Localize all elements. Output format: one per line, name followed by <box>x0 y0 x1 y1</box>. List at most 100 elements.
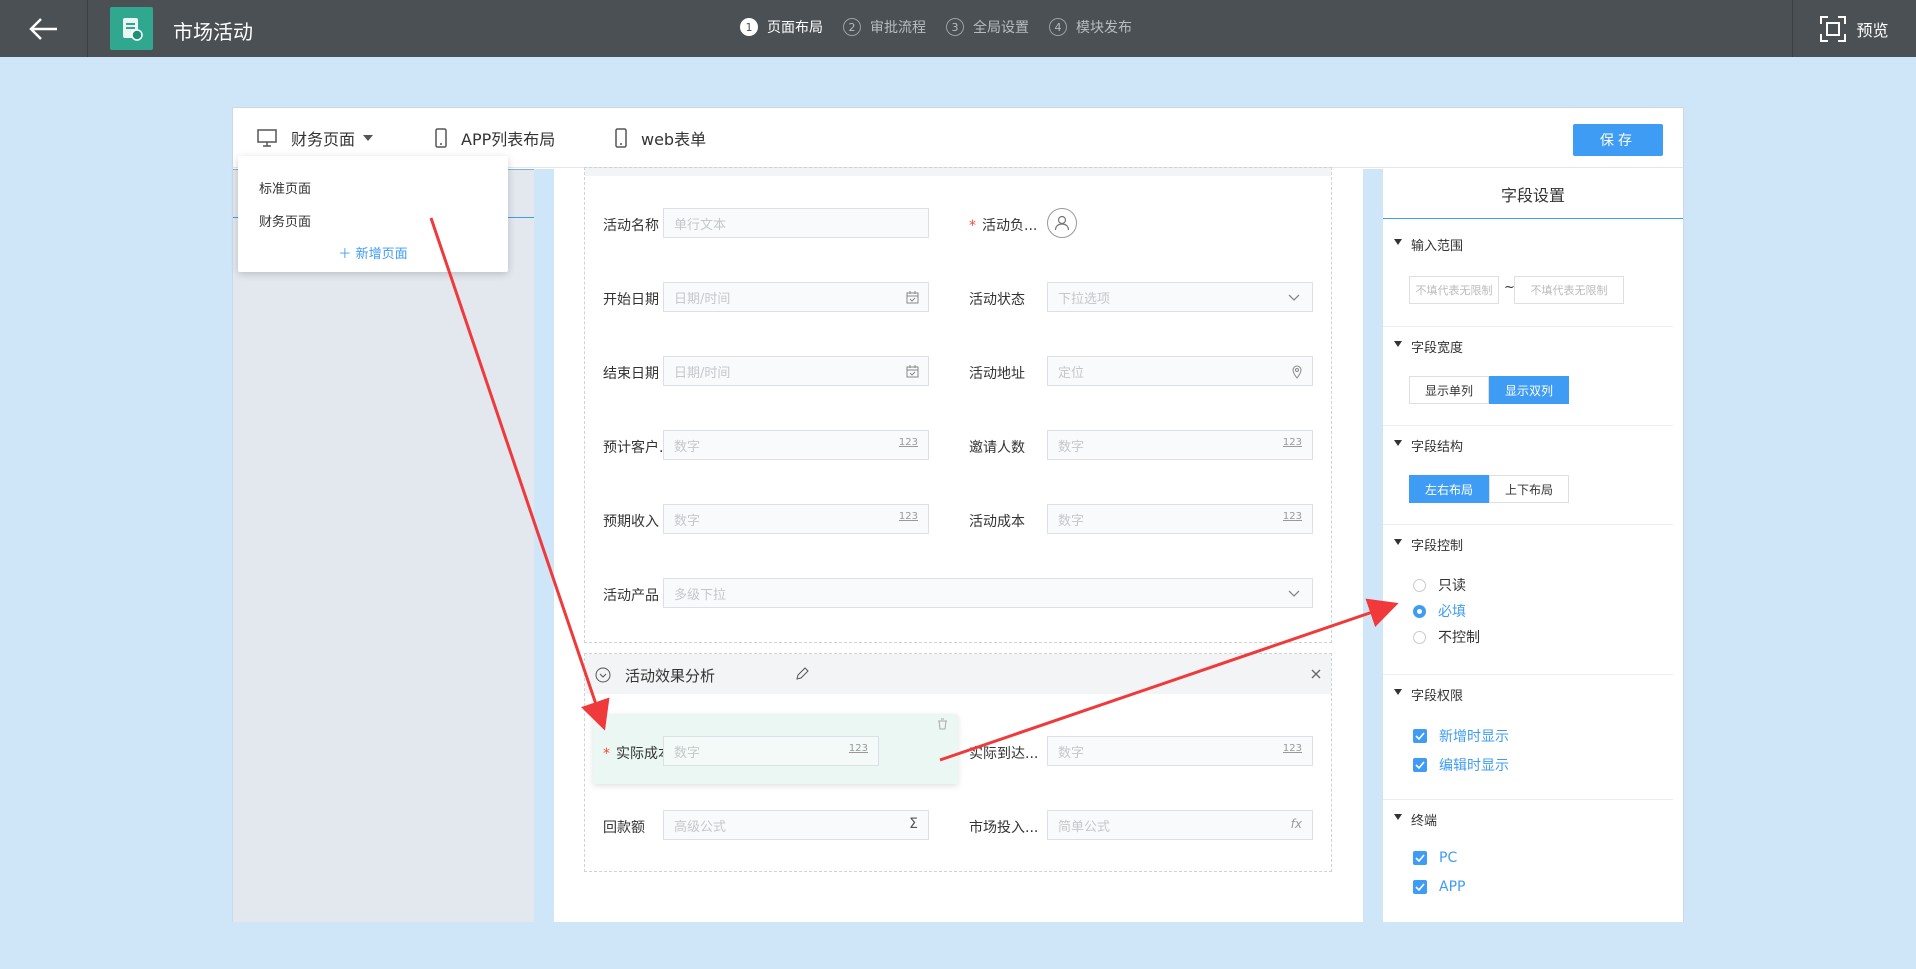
step-number: 4 <box>1049 18 1067 36</box>
tab-label: 财务页面 <box>291 130 356 149</box>
checkbox-pc[interactable]: PC <box>1413 850 1457 866</box>
option-top-bottom-layout[interactable]: 上下布局 <box>1489 475 1569 503</box>
checkbox-show-on-edit[interactable]: 编辑时显示 <box>1413 755 1509 775</box>
field-label: 回款额 <box>603 820 645 836</box>
field-activity-product[interactable]: 多级下拉 <box>663 578 1313 608</box>
user-icon <box>1054 215 1070 231</box>
sigma-icon: Σ <box>909 816 918 832</box>
back-button[interactable] <box>0 0 88 57</box>
calendar-icon <box>906 291 919 304</box>
step-number: 2 <box>843 18 861 36</box>
divider <box>1383 799 1673 800</box>
field-invite-count[interactable]: 数字 123 <box>1047 430 1313 460</box>
range-min-input[interactable]: 不填代表无限制 <box>1409 276 1499 304</box>
radio-required[interactable]: 必填 <box>1413 601 1466 621</box>
trash-icon[interactable] <box>937 718 948 730</box>
step-label: 审批流程 <box>870 20 926 36</box>
form-canvas: 活动名称 单行文本 * 活动负... 开始日期 日期/时间 活动状态 下拉选项 结… <box>554 167 1363 922</box>
field-placeholder: 下拉选项 <box>1058 291 1111 307</box>
checkbox-app[interactable]: APP <box>1413 879 1465 895</box>
tab-label: APP列表布局 <box>461 130 556 149</box>
settings-title: 字段设置 <box>1383 169 1683 219</box>
field-placeholder: 定位 <box>1058 365 1085 381</box>
terminal-title: 终端 <box>1393 810 1437 829</box>
chevron-down-icon <box>1288 294 1300 301</box>
field-activity-name[interactable]: 单行文本 <box>663 208 929 238</box>
left-panel <box>233 169 534 922</box>
radio-label: 只读 <box>1438 578 1466 594</box>
phone-icon <box>435 128 447 148</box>
field-label: * 活动负... <box>969 218 1038 234</box>
field-placeholder: 日期/时间 <box>674 291 731 307</box>
user-picker[interactable] <box>1047 208 1077 238</box>
field-placeholder: 数字 <box>1058 513 1085 529</box>
calendar-icon <box>906 365 919 378</box>
checkbox-show-on-create[interactable]: 新增时显示 <box>1413 726 1509 746</box>
preview-label: 预览 <box>1856 20 1889 40</box>
close-icon[interactable] <box>1311 669 1321 679</box>
monitor-icon <box>257 129 277 147</box>
step-number: 3 <box>946 18 964 36</box>
preview-button[interactable]: 预览 <box>1792 0 1916 57</box>
field-placeholder: 数字 <box>1058 745 1085 761</box>
number-icon: 123 <box>1282 511 1302 522</box>
field-control-title: 字段控制 <box>1393 535 1463 554</box>
option-single-column[interactable]: 显示单列 <box>1409 376 1489 404</box>
collapse-icon[interactable] <box>595 667 611 683</box>
field-activity-status[interactable]: 下拉选项 <box>1047 282 1313 312</box>
field-end-date[interactable]: 日期/时间 <box>663 356 929 386</box>
step-global-settings[interactable]: 3 全局设置 <box>946 17 1029 37</box>
field-label: 活动产品 <box>603 588 659 604</box>
field-label: 预计客户... <box>603 440 673 456</box>
step-page-layout[interactable]: 1 页面布局 <box>740 17 823 37</box>
chevron-down-icon <box>1288 590 1300 597</box>
document-icon <box>122 17 143 41</box>
number-icon: 123 <box>1282 743 1302 754</box>
step-module-publish[interactable]: 4 模块发布 <box>1049 17 1132 37</box>
field-placeholder: 数字 <box>674 439 701 455</box>
field-permission-title: 字段权限 <box>1393 685 1463 704</box>
number-icon: 123 <box>848 743 868 754</box>
add-page-link[interactable]: ＋ 新增页面 <box>238 243 508 262</box>
field-expected-income[interactable]: 数字 123 <box>663 504 929 534</box>
field-activity-cost[interactable]: 数字 123 <box>1047 504 1313 534</box>
app-title: 市场活动 <box>173 20 253 44</box>
divider <box>1383 326 1673 327</box>
field-placeholder: 日期/时间 <box>674 365 731 381</box>
field-structure-toggle: 左右布局 上下布局 <box>1409 475 1569 503</box>
checkbox-label: 新增时显示 <box>1439 729 1509 745</box>
field-actual-arrival[interactable]: 数字 123 <box>1047 736 1313 766</box>
field-expected-customers[interactable]: 数字 123 <box>663 430 929 460</box>
field-label: 实际到达... <box>969 746 1039 762</box>
radio-label: 必填 <box>1438 604 1466 620</box>
edit-icon[interactable] <box>795 667 809 681</box>
option-left-right-layout[interactable]: 左右布局 <box>1409 475 1489 503</box>
add-page-label: 新增页面 <box>355 247 408 262</box>
range-max-input[interactable]: 不填代表无限制 <box>1514 276 1624 304</box>
field-label: 预期收入 <box>603 514 659 530</box>
save-button[interactable]: 保存 <box>1573 124 1663 156</box>
tab-web-form[interactable]: web表单 <box>615 108 706 168</box>
location-pin-icon <box>1292 365 1302 379</box>
radio-readonly[interactable]: 只读 <box>1413 575 1466 595</box>
field-placeholder: 数字 <box>674 513 701 529</box>
field-activity-address[interactable]: 定位 <box>1047 356 1313 386</box>
field-actual-cost[interactable]: 数字 123 <box>663 736 879 766</box>
field-placeholder: 单行文本 <box>674 217 727 233</box>
field-market-investment[interactable]: 简单公式 fx <box>1047 810 1313 840</box>
divider <box>1383 524 1673 525</box>
field-width-toggle: 显示单列 显示双列 <box>1409 376 1569 404</box>
checkbox-checked-icon <box>1413 880 1427 894</box>
dropdown-item-finance-page[interactable]: 财务页面 <box>259 211 311 230</box>
fullscreen-icon <box>1820 15 1847 42</box>
field-start-date[interactable]: 日期/时间 <box>663 282 929 312</box>
number-icon: 123 <box>1282 437 1302 448</box>
step-approval-flow[interactable]: 2 审批流程 <box>843 17 926 37</box>
radio-no-control[interactable]: 不控制 <box>1413 627 1480 647</box>
field-label: 活动成本 <box>969 514 1025 530</box>
field-payment-amount[interactable]: 高级公式 Σ <box>663 810 929 840</box>
option-double-column[interactable]: 显示双列 <box>1489 376 1569 404</box>
page-type-dropdown: 标准页面 财务页面 ＋ 新增页面 <box>238 156 508 272</box>
dropdown-item-standard-page[interactable]: 标准页面 <box>259 178 311 197</box>
step-label: 页面布局 <box>767 20 823 36</box>
